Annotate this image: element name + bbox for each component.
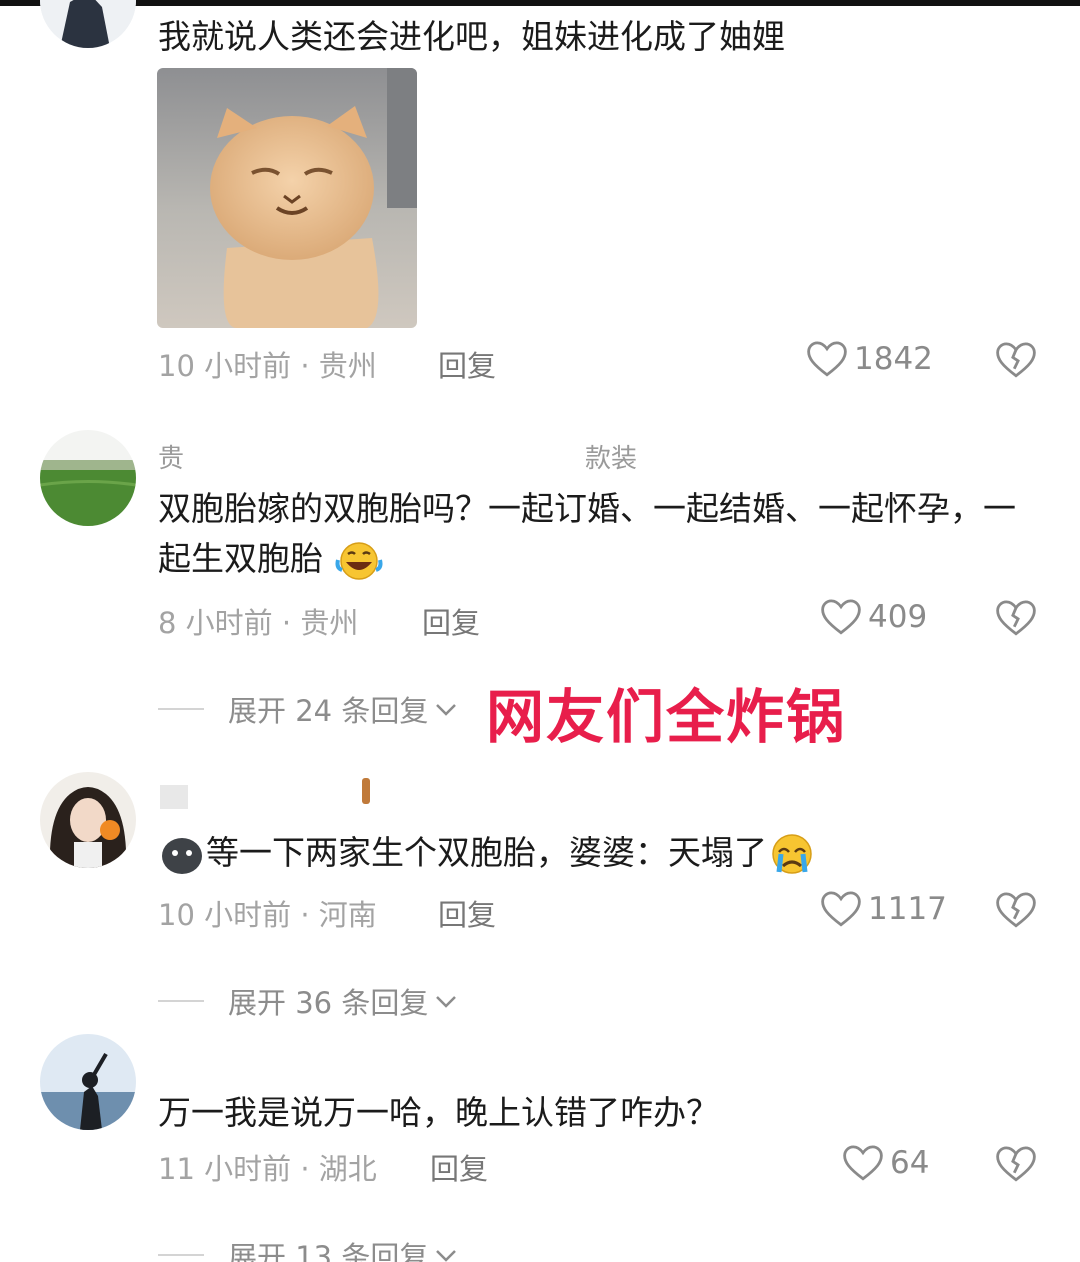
like-button[interactable]: 64 bbox=[842, 1143, 929, 1183]
avatar[interactable] bbox=[40, 430, 136, 526]
expand-replies-label: 展开 24 条回复 bbox=[228, 694, 429, 728]
username-placeholder[interactable] bbox=[160, 785, 188, 809]
divider-line bbox=[158, 1254, 204, 1256]
cat-meme-image[interactable] bbox=[157, 68, 417, 328]
crying-emoji bbox=[772, 833, 812, 874]
avatar[interactable] bbox=[40, 0, 136, 48]
broken-heart-icon bbox=[996, 1146, 1036, 1182]
divider-line bbox=[158, 708, 204, 710]
comment-text: 我就说人类还会进化吧，姐妹进化成了妯娌 bbox=[158, 17, 785, 56]
username-suffix: 款装 bbox=[585, 444, 638, 474]
heart-outline-icon bbox=[821, 891, 861, 927]
dislike-button[interactable] bbox=[995, 1144, 1037, 1188]
comment-text: 万一我是说万一哈，晚上认错了咋办？ bbox=[158, 1093, 719, 1132]
comment-time-location: 10 小时前 · 河南 bbox=[158, 898, 377, 932]
username[interactable]: 贵 bbox=[158, 438, 184, 475]
expand-replies-button[interactable]: 展开 36 条回复 bbox=[158, 980, 460, 1022]
comment-time-location: 11 小时前 · 湖北 bbox=[158, 1152, 377, 1186]
reply-button[interactable]: 回复 bbox=[438, 892, 496, 934]
like-count: 1842 bbox=[854, 341, 933, 377]
heart-outline-icon bbox=[843, 1145, 883, 1181]
like-button[interactable]: 409 bbox=[820, 597, 927, 637]
dislike-button[interactable] bbox=[995, 340, 1037, 384]
overlay-caption: 网友们全炸锅 bbox=[486, 683, 847, 751]
broken-heart-icon bbox=[996, 892, 1036, 928]
broken-heart-icon bbox=[996, 342, 1036, 378]
comment-time-location: 8 小时前 · 贵州 bbox=[158, 606, 359, 640]
expand-replies-button[interactable]: 展开 24 条回复 bbox=[158, 688, 460, 730]
dislike-button[interactable] bbox=[995, 890, 1037, 934]
like-button[interactable]: 1842 bbox=[806, 339, 933, 379]
expand-replies-button[interactable]: 展开 13 条回复 bbox=[158, 1234, 460, 1262]
top-status-strip bbox=[0, 0, 1080, 6]
heart-outline-icon bbox=[821, 599, 861, 635]
like-count: 409 bbox=[868, 599, 928, 635]
comment-text: 等一下两家生个双胞胎，婆婆：天塌了 bbox=[158, 828, 817, 878]
username-placeholder-mark bbox=[362, 778, 370, 804]
heart-outline-icon bbox=[807, 341, 847, 377]
like-button[interactable]: 1117 bbox=[820, 889, 947, 929]
comment-time-location: 10 小时前 · 贵州 bbox=[158, 349, 377, 383]
chevron-down-icon bbox=[436, 704, 457, 716]
expand-replies-label: 展开 13 条回复 bbox=[228, 1240, 429, 1262]
divider-line bbox=[158, 1000, 204, 1002]
broken-heart-icon bbox=[996, 600, 1036, 636]
dark-blob-emoji bbox=[162, 837, 202, 874]
reply-button[interactable]: 回复 bbox=[430, 1146, 488, 1188]
reply-button[interactable]: 回复 bbox=[422, 600, 480, 642]
expand-replies-label: 展开 36 条回复 bbox=[228, 986, 429, 1020]
chevron-down-icon bbox=[436, 1250, 457, 1262]
like-count: 1117 bbox=[868, 891, 947, 927]
dislike-button[interactable] bbox=[995, 598, 1037, 642]
avatar[interactable] bbox=[40, 772, 136, 868]
reply-button[interactable]: 回复 bbox=[438, 343, 496, 385]
like-count: 64 bbox=[890, 1145, 930, 1181]
comment-text: 双胞胎嫁的双胞胎吗？一起订婚、一起结婚、一起怀孕，一起生双胞胎 bbox=[158, 484, 1048, 584]
chevron-down-icon bbox=[436, 996, 457, 1008]
avatar[interactable] bbox=[40, 1034, 136, 1130]
laughing-tears-emoji bbox=[335, 541, 382, 580]
